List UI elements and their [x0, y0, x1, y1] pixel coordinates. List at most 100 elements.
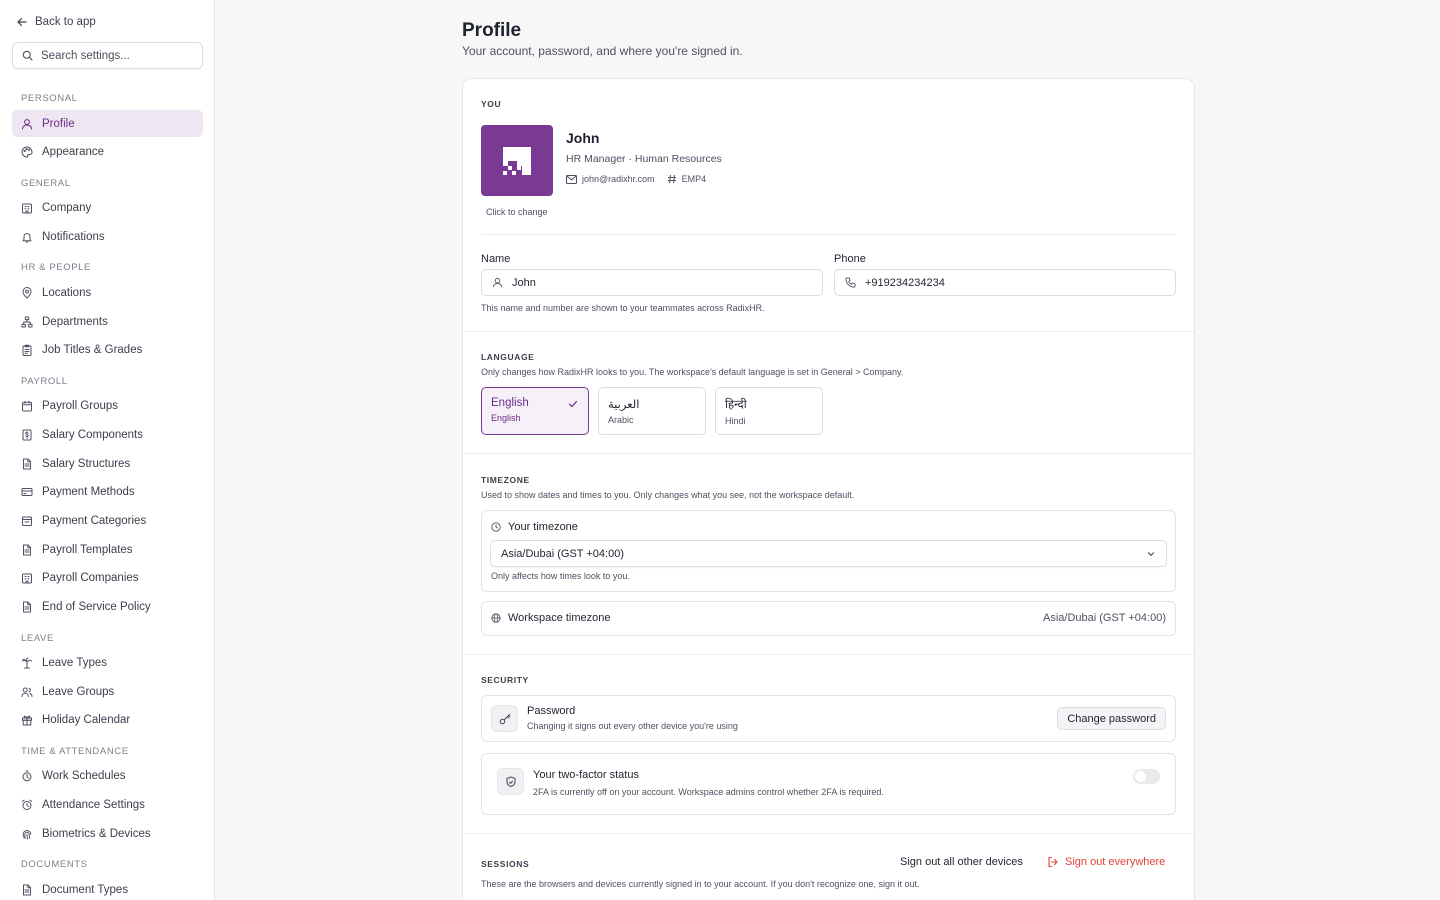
gift-icon: [22, 716, 32, 726]
sidebar-item-payroll-companies[interactable]: Payroll Companies: [12, 565, 203, 592]
sidebar-item-salary-structures[interactable]: Salary Structures: [12, 450, 203, 477]
sidebar-item-leave-types[interactable]: Leave Types: [12, 650, 203, 677]
arrow-left-icon: [17, 17, 27, 27]
sidebar-item-locations[interactable]: Locations: [12, 279, 203, 306]
sidebar-item-attendance-settings[interactable]: Attendance Settings: [12, 792, 203, 819]
user-employee-id: EMP4: [667, 174, 707, 184]
sidebar-item-work-schedules[interactable]: Work Schedules: [12, 763, 203, 790]
language-english-name: English: [491, 413, 521, 423]
security-section-label: SECURITY: [481, 675, 529, 685]
two-factor-description: 2FA is currently off on your account. Wo…: [533, 787, 884, 797]
sidebar-item-company[interactable]: Company: [12, 195, 203, 222]
nav-section-label: DOCUMENTS: [21, 859, 88, 871]
sessions-section-label: SESSIONS: [481, 859, 530, 869]
sidebar-item-profile[interactable]: Profile: [12, 110, 203, 137]
back-to-app-link[interactable]: Back to app: [16, 16, 96, 28]
mail-icon: [566, 174, 577, 184]
settings-sidebar: Back to app PERSONAL Profile Appearance GEN…: [0, 0, 215, 900]
sidebar-item-label: Payroll Companies: [42, 572, 139, 585]
timezone-selected-value: Asia/Dubai (GST +04:00): [501, 547, 624, 560]
divider: [481, 234, 1176, 235]
palette-icon: [21, 146, 33, 158]
document-icon: [23, 601, 31, 613]
sidebar-item-payroll-groups[interactable]: Payroll Groups: [12, 393, 203, 420]
avatar-logo-icon: [503, 146, 531, 175]
nav-section-label: LEAVE: [21, 632, 54, 644]
sidebar-item-holiday-calendar[interactable]: Holiday Calendar: [12, 707, 203, 734]
profile-help-text: This name and number are shown to your t…: [481, 303, 765, 313]
sidebar-item-label: Attendance Settings: [42, 799, 145, 812]
sidebar-item-label: Departments: [42, 315, 108, 328]
divider: [463, 833, 1194, 834]
user-name: John: [566, 130, 600, 146]
search-input[interactable]: [41, 49, 191, 62]
sidebar-item-document-types[interactable]: Document Types: [12, 876, 203, 900]
back-to-app-label: Back to app: [35, 16, 96, 28]
your-timezone-box: Your timezone Asia/Dubai (GST +04:00) On…: [481, 510, 1176, 592]
shield-check-icon: [505, 775, 516, 787]
map-pin-icon: [22, 286, 32, 299]
timezone-help: Only affects how times look to you.: [491, 571, 630, 581]
org-chart-icon: [21, 316, 33, 328]
sidebar-item-leave-groups[interactable]: Leave Groups: [12, 678, 203, 705]
divider: [463, 331, 1194, 332]
bell-icon: [22, 232, 32, 243]
settings-search[interactable]: [12, 42, 203, 69]
sign-out-everywhere-button[interactable]: Sign out everywhere: [1047, 856, 1165, 868]
sidebar-item-appearance[interactable]: Appearance: [12, 139, 203, 166]
workspace-timezone-value: Asia/Dubai (GST +04:00): [1043, 612, 1166, 624]
two-factor-toggle[interactable]: [1133, 769, 1160, 784]
phone-field[interactable]: +919234234234: [834, 269, 1176, 296]
sidebar-item-label: Salary Structures: [42, 457, 131, 470]
sign-out-other-devices-button[interactable]: Sign out all other devices: [900, 856, 1023, 868]
sidebar-item-label: Salary Components: [42, 428, 143, 441]
divider: [463, 654, 1194, 655]
language-option-hindi[interactable]: हिन्दी Hindi: [715, 387, 823, 435]
workspace-timezone-box: Workspace timezone Asia/Dubai (GST +04:0…: [481, 601, 1176, 636]
nav-section-label: PAYROLL: [21, 375, 68, 387]
divider: [463, 453, 1194, 454]
language-option-english[interactable]: English English: [481, 387, 589, 435]
log-out-icon: [1048, 856, 1058, 868]
users-icon: [21, 687, 33, 697]
password-box: Password Changing it signs out every oth…: [481, 695, 1176, 742]
sidebar-item-payment-categories[interactable]: Payment Categories: [12, 508, 203, 535]
phone-value: +919234234234: [865, 276, 945, 289]
sidebar-item-label: Holiday Calendar: [42, 714, 131, 727]
sidebar-item-label: Payment Methods: [42, 486, 135, 499]
nav-section-label: HR & PEOPLE: [21, 262, 91, 274]
toggle-knob: [1135, 771, 1146, 782]
sidebar-item-payroll-templates[interactable]: Payroll Templates: [12, 536, 203, 563]
user-role: HR Manager · Human Resources: [566, 153, 722, 165]
sidebar-item-salary-components[interactable]: Salary Components: [12, 421, 203, 448]
sidebar-item-end-of-service-policy[interactable]: End of Service Policy: [12, 594, 203, 621]
sign-out-other-devices-label: Sign out all other devices: [900, 856, 1023, 868]
page-title: Profile: [462, 20, 522, 41]
avatar[interactable]: [481, 125, 553, 196]
dollar-doc-icon: [22, 429, 32, 441]
nav-section-label: GENERAL: [21, 177, 71, 189]
fingerprint-icon: [22, 829, 32, 840]
hash-icon: [667, 174, 676, 184]
user-employee-id-text: EMP4: [681, 174, 707, 184]
sidebar-item-job-titles-and-grades[interactable]: Job Titles & Grades: [12, 337, 203, 364]
sidebar-item-payment-methods[interactable]: Payment Methods: [12, 479, 203, 506]
language-section-label: LANGUAGE: [481, 352, 535, 362]
sidebar-item-label: Leave Groups: [42, 685, 115, 698]
timezone-select[interactable]: Asia/Dubai (GST +04:00): [490, 540, 1167, 567]
calendar-icon: [22, 400, 32, 412]
sidebar-item-label: Locations: [42, 286, 92, 299]
sidebar-item-biometrics-and-devices[interactable]: Biometrics & Devices: [12, 820, 203, 847]
sidebar-item-notifications[interactable]: Notifications: [12, 223, 203, 250]
language-option-arabic[interactable]: العربية Arabic: [598, 387, 706, 435]
key-icon: [499, 713, 510, 724]
name-field[interactable]: John: [481, 269, 823, 296]
avatar-hint: Click to change: [486, 207, 548, 217]
sidebar-item-label: Payroll Groups: [42, 400, 119, 413]
change-password-button[interactable]: Change password: [1057, 707, 1166, 730]
sidebar-item-departments[interactable]: Departments: [12, 308, 203, 335]
user-icon: [22, 118, 32, 129]
language-native-name: العربية: [608, 399, 640, 411]
workspace-timezone-title: Workspace timezone: [491, 612, 611, 624]
building-icon: [22, 203, 32, 214]
